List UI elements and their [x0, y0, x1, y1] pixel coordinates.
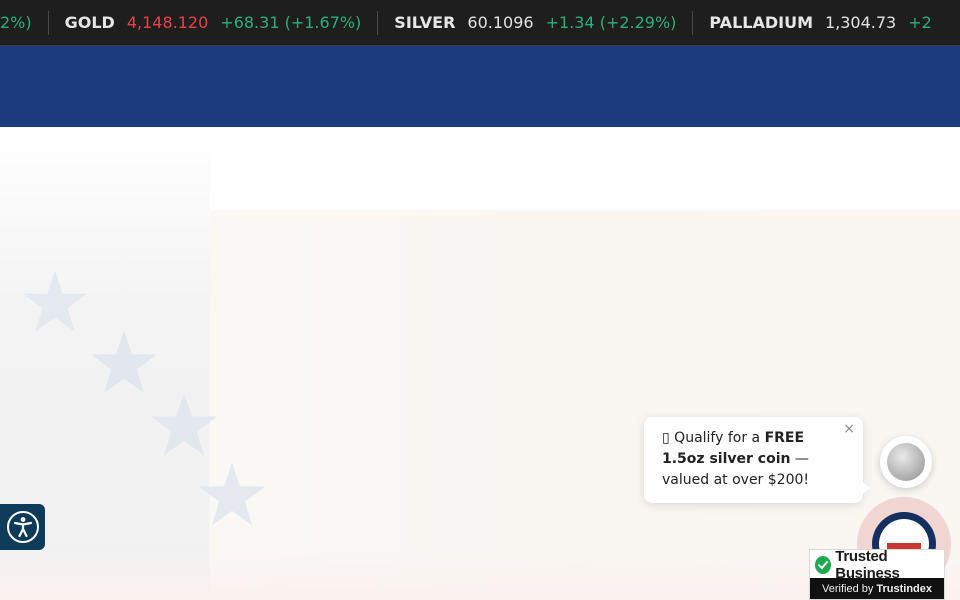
ticker-partial-change: 2%) [0, 13, 32, 32]
ticker-price: 1,304.73 [824, 13, 897, 32]
accessibility-icon [6, 511, 39, 543]
trust-badge-verified: Verified by Trustindex [810, 578, 944, 599]
close-icon[interactable]: × [843, 419, 855, 440]
ticker-metal-name: GOLD [64, 13, 115, 32]
ticker-price: 60.1096 [467, 13, 534, 32]
accessibility-button[interactable] [0, 504, 45, 550]
star-decoration [198, 462, 266, 526]
check-circle-icon [815, 555, 832, 574]
hero-section [0, 127, 960, 600]
ticker-item-palladium[interactable]: PALLADIUM 1,304.73 +2 [693, 13, 947, 32]
star-decoration [22, 270, 88, 332]
trust-badge[interactable]: Trusted Business Verified by Trustindex [809, 547, 945, 600]
verified-brand: Trustindex [876, 582, 932, 595]
coin-bubble[interactable] [880, 436, 932, 488]
price-ticker: 2%) GOLD 4,148.120 +68.31 (+1.67%) SILVE… [0, 0, 960, 46]
ticker-item-gold[interactable]: GOLD 4,148.120 +68.31 (+1.67%) [49, 13, 378, 32]
ticker-price: 4,148.120 [126, 13, 209, 32]
ticker-change: +68.31 (+1.67%) [220, 13, 362, 32]
trust-badge-title: Trusted Business [835, 547, 900, 582]
site-header-bar [0, 46, 960, 127]
star-decoration [150, 392, 218, 456]
promo-popup[interactable]: × ▯ Qualify for a FREE 1.5oz silver coin… [644, 417, 870, 503]
ticker-metal-name: SILVER [394, 13, 456, 32]
ticker-metal-name: PALLADIUM [709, 13, 813, 32]
ticker-change: +1.34 (+2.29%) [545, 13, 677, 32]
promo-icon: ▯ [662, 430, 670, 446]
ticker-change: +2 [908, 13, 932, 32]
promo-text-prefix: Qualify for a [674, 430, 765, 446]
ticker-item-silver[interactable]: SILVER 60.1096 +1.34 (+2.29%) [378, 13, 692, 32]
silver-coin-icon [887, 443, 925, 481]
verified-prefix: Verified by [822, 582, 874, 595]
